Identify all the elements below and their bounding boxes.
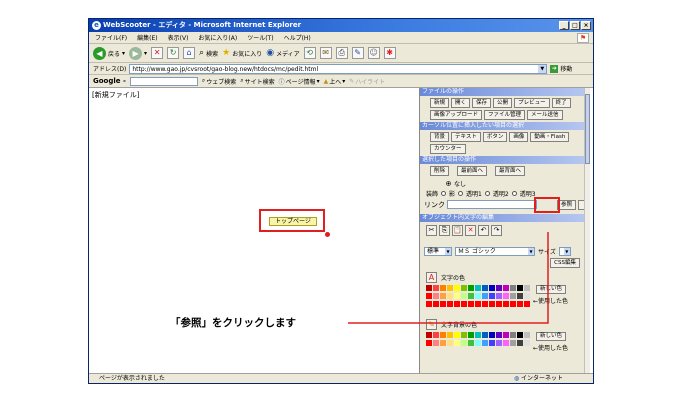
callout-line [348,232,549,324]
callout-text: 「参照」をクリックします [170,317,296,329]
